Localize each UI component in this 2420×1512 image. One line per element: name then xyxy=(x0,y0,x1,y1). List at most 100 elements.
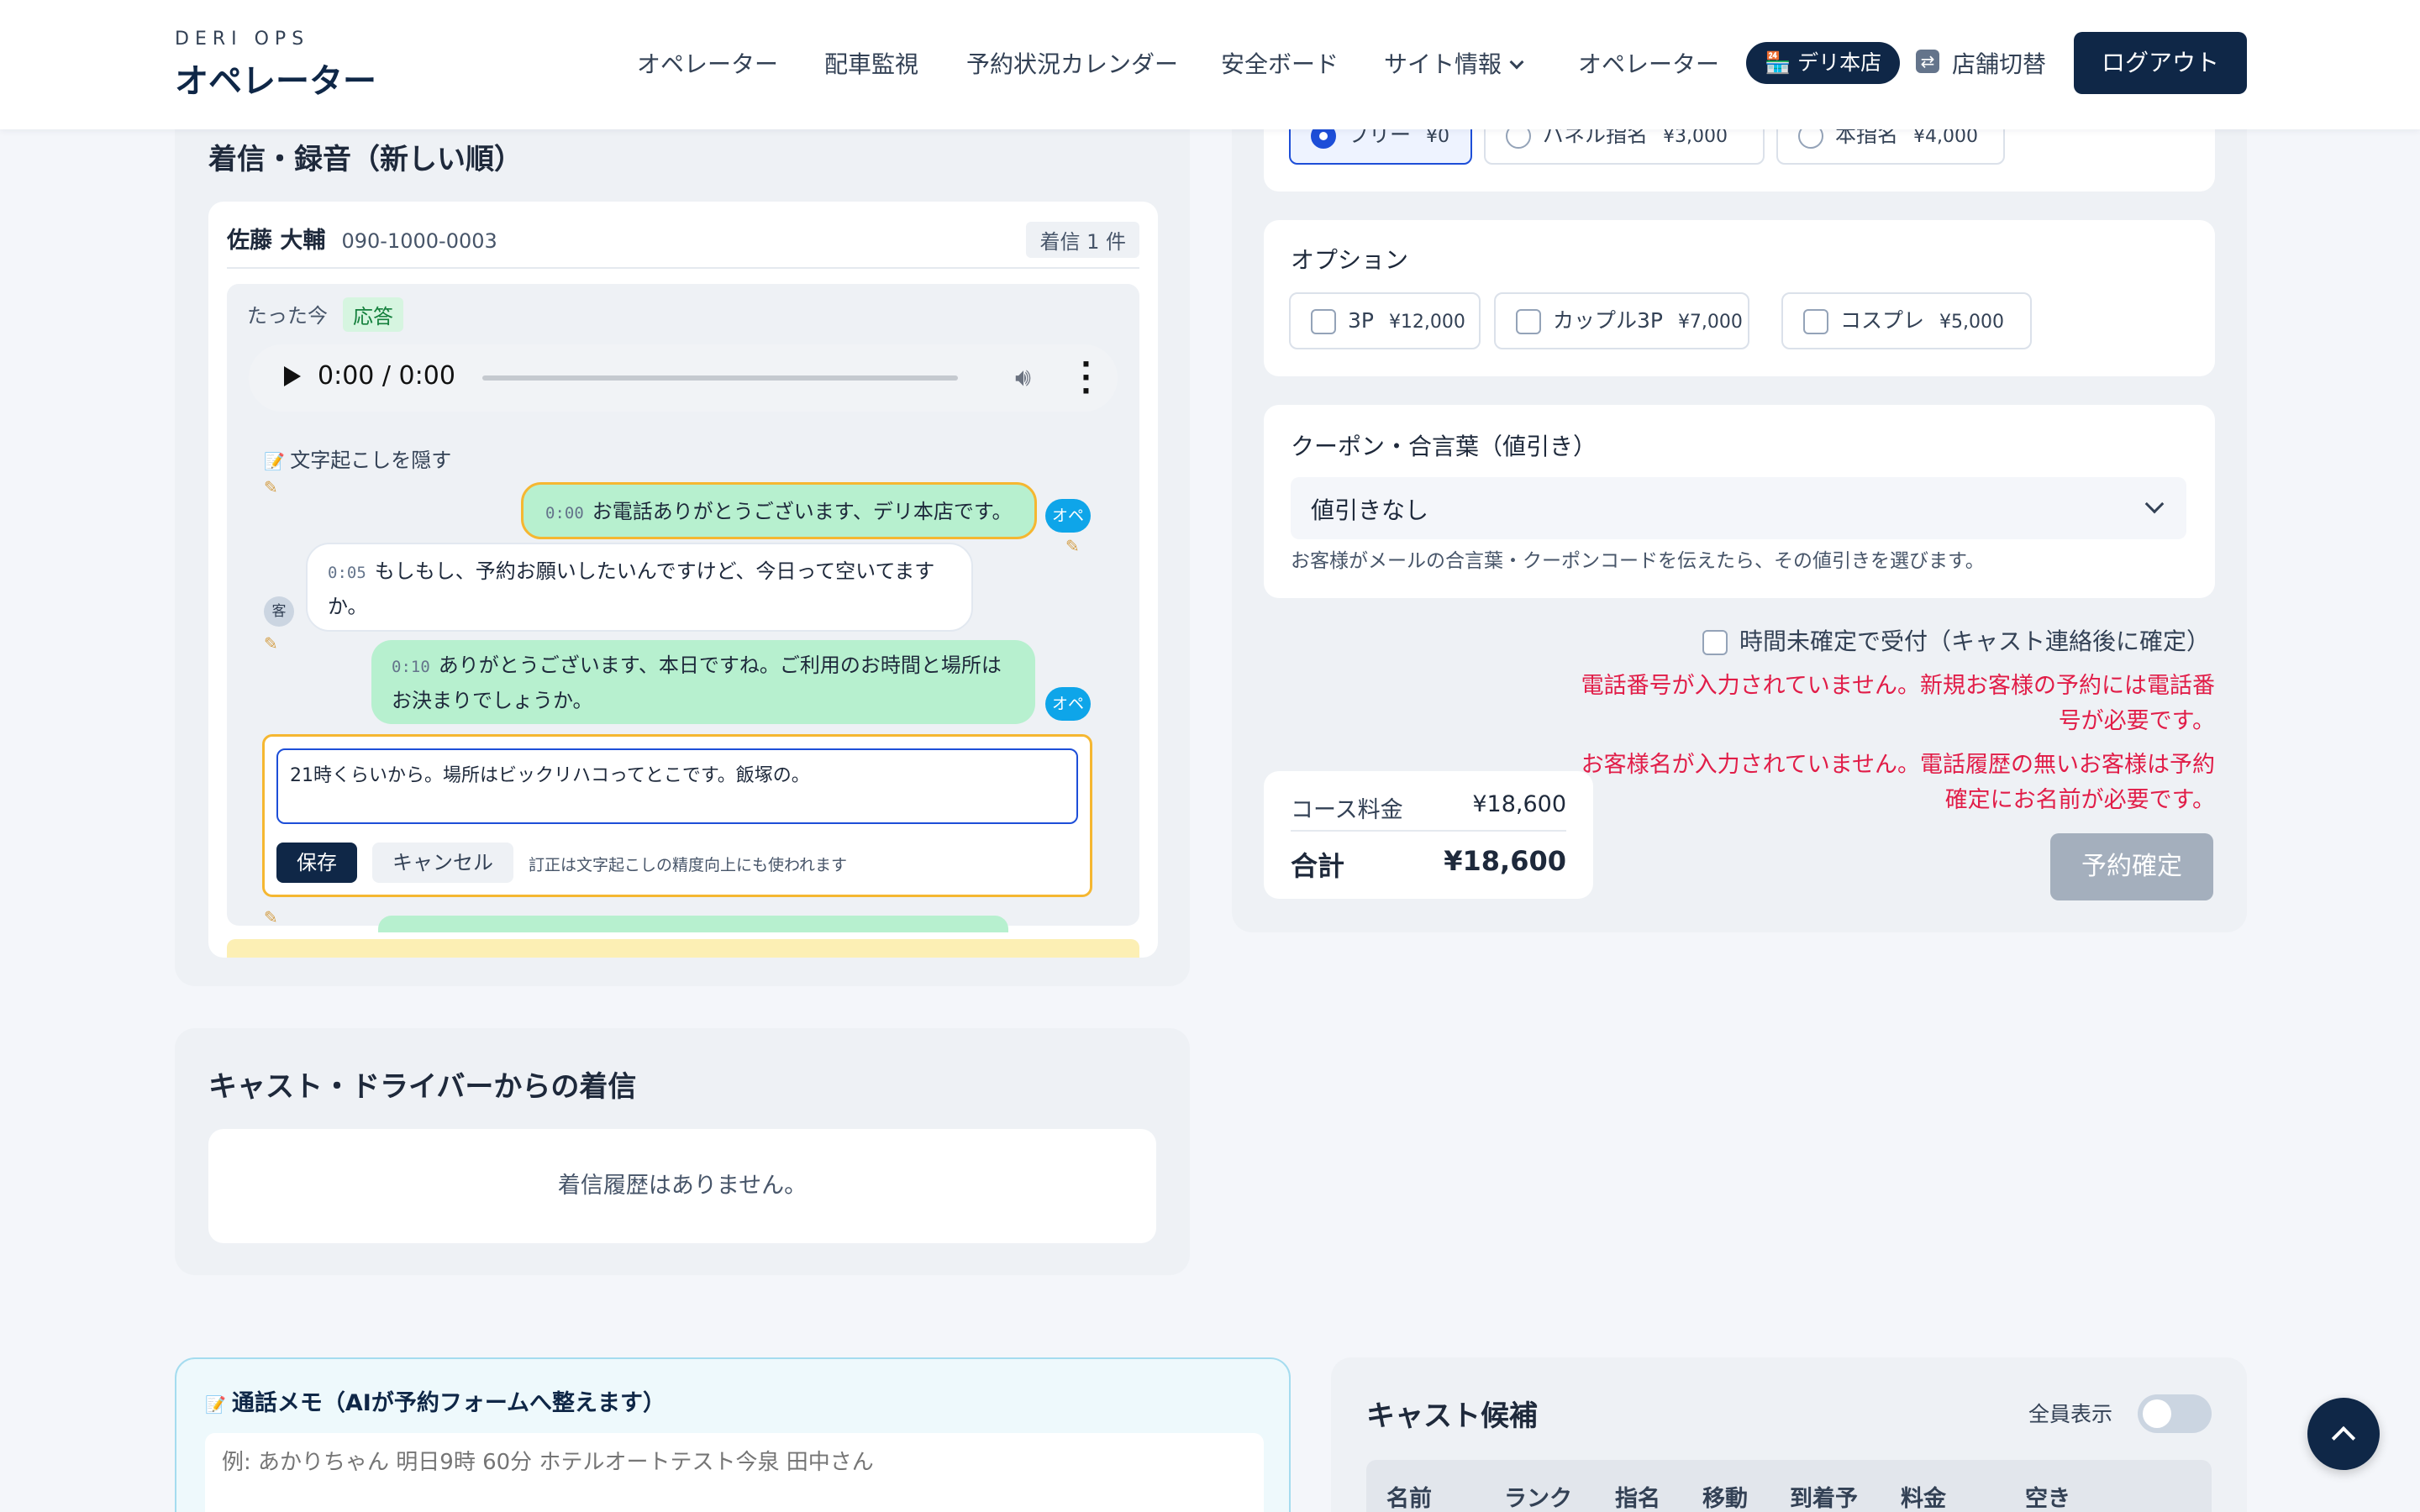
message-text: もしもし、予約お願いしたいんですけど、今日って空いてますか。 xyxy=(328,559,935,618)
transcript-edit-box: 21時くらいから。場所はビックリハコってとこです。飯塚の。 保存 キャンセル 訂… xyxy=(262,734,1092,897)
column-header-arrival[interactable]: 到着予 xyxy=(1790,1480,1858,1512)
option-cosplay[interactable]: コスプレ ¥5,000 xyxy=(1781,292,2032,349)
switch-store-link[interactable]: 店舗切替 xyxy=(1952,46,2046,80)
audio-time: 0:00 / 0:00 xyxy=(318,361,455,391)
checkbox-icon xyxy=(1702,630,1728,655)
memo-icon: 📝 xyxy=(264,451,291,471)
brand-title[interactable]: オペレーター xyxy=(175,54,376,102)
call-list-scroll[interactable]: 佐藤 大輔 090-1000-0003 着信 1 件 たった今 応答 0:00 … xyxy=(208,202,1158,958)
column-header-rank[interactable]: ランク xyxy=(1504,1480,1572,1512)
cast-candidates-title: キャスト候補 xyxy=(1366,1399,1538,1433)
edit-pencil-icon[interactable]: ✎ xyxy=(264,477,278,497)
toggle-knob xyxy=(2143,1399,2171,1428)
edit-pencil-icon[interactable]: ✎ xyxy=(264,633,278,654)
nav-operator-2[interactable]: オペレーター xyxy=(1578,46,1719,80)
transcript-message-customer[interactable]: 0:05 もしもし、予約お願いしたいんですけど、今日って空いてますか。 xyxy=(306,543,973,632)
transcript-message-operator[interactable]: 0:00 お電話ありがとうございます、デリ本店です。 xyxy=(521,482,1037,539)
option-price: ¥5,000 xyxy=(1939,312,2004,333)
column-header-nomination[interactable]: 指名 xyxy=(1615,1480,1660,1512)
total-label: 合計 xyxy=(1291,850,1345,882)
scroll-to-top-button[interactable] xyxy=(2307,1398,2380,1470)
toggle-transcript[interactable]: 📝 文字起こしを隠す xyxy=(264,444,451,473)
coupon-title: クーポン・合言葉（値引き） xyxy=(1291,433,1597,460)
cast-driver-calls-title: キャスト・ドライバーからの着信 xyxy=(208,1070,637,1104)
brand-subtitle: DERI OPS xyxy=(175,29,310,50)
nav-reservation-calendar[interactable]: 予約状況カレンダー xyxy=(966,46,1178,80)
unconfirmed-time-label: 時間未確定で受付（キャスト連絡後に確定） xyxy=(1739,627,2211,655)
call-entry: たった今 応答 0:00 / 0:00 🔊︎ · · · 📝 文字起こしを隠す ✎ … xyxy=(227,284,1139,932)
call-entry-footer xyxy=(227,939,1139,958)
transcript-edit-input[interactable]: 21時くらいから。場所はビックリハコってとこです。飯塚の。 xyxy=(276,748,1078,824)
call-memo-input[interactable] xyxy=(205,1433,1264,1512)
logout-button[interactable]: ログアウト xyxy=(2074,32,2247,94)
edit-pencil-icon[interactable]: ✎ xyxy=(264,907,278,927)
call-status-badge: 応答 xyxy=(343,297,403,332)
message-timestamp: 0:05 xyxy=(328,564,366,582)
column-header-availability[interactable]: 空き xyxy=(2025,1480,2070,1512)
chevron-down-icon xyxy=(1509,55,1524,70)
unconfirmed-time-checkbox[interactable]: 時間未確定で受付（キャスト連絡後に確定） xyxy=(1702,623,2210,657)
column-header-travel[interactable]: 移動 xyxy=(1702,1480,1748,1512)
cast-driver-calls-empty-card: 着信履歴はありません。 xyxy=(208,1129,1156,1243)
more-options-icon[interactable]: · · · xyxy=(1081,350,1092,406)
option-label: コスプレ xyxy=(1840,308,1925,333)
call-count-badge: 着信 1 件 xyxy=(1026,222,1139,258)
audio-player: 0:00 / 0:00 🔊︎ · · · xyxy=(249,344,1118,412)
cast-candidates-panel: キャスト候補 全員表示 名前 ランク 指名 移動 到着予 料金 空き xyxy=(1331,1357,2247,1512)
memo-icon: 📝 xyxy=(205,1394,232,1415)
error-phone-required: 電話番号が入力されていません。新規お客様の予約には電話番号が必要です。 xyxy=(1581,673,2215,734)
play-icon[interactable] xyxy=(284,366,301,386)
edit-hint: 訂正は文字起こしの精度向上にも使われます xyxy=(529,856,848,874)
save-button[interactable]: 保存 xyxy=(276,843,357,883)
cancel-button[interactable]: キャンセル xyxy=(372,843,513,883)
caller-name: 佐藤 大輔 xyxy=(227,228,326,254)
call-time-ago: たった今 xyxy=(247,304,328,328)
nav-safety-board[interactable]: 安全ボード xyxy=(1221,46,1339,80)
cast-driver-calls-panel: キャスト・ドライバーからの着信 着信履歴はありません。 xyxy=(175,1028,1190,1275)
top-navigation: DERI OPS オペレーター オペレーター 配車監視 予約状況カレンダー 安全… xyxy=(0,0,2420,129)
store-icon: 🏪 xyxy=(1765,50,1798,75)
totals-card: コース料金 ¥18,600 合計 ¥18,600 xyxy=(1264,771,1593,899)
empty-message: 着信履歴はありません。 xyxy=(557,1173,808,1199)
call-log-title: 着信・録音（新しい順） xyxy=(208,143,523,176)
course-fee-label: コース料金 xyxy=(1291,797,1403,823)
operator-tag: オペ xyxy=(1045,687,1091,721)
divider xyxy=(227,267,1139,269)
volume-icon[interactable]: 🔊︎ xyxy=(1015,363,1031,392)
course-fee-value: ¥18,600 xyxy=(1472,791,1566,817)
show-all-label: 全員表示 xyxy=(2028,1402,2113,1426)
option-label: カップル3P xyxy=(1553,308,1663,333)
error-name-required: お客様名が入力されていません。電話履歴の無いお客様は予約確定にお名前が必要です。 xyxy=(1581,752,2215,813)
cast-table-header: 名前 ランク 指名 移動 到着予 料金 空き xyxy=(1366,1460,2212,1512)
option-price: ¥12,000 xyxy=(1388,312,1465,333)
edit-pencil-icon[interactable]: ✎ xyxy=(1065,536,1080,556)
nav-dispatch-monitor[interactable]: 配車監視 xyxy=(824,46,918,80)
switch-store-icon[interactable]: ⇄ xyxy=(1916,50,1939,73)
call-memo-panel: 📝 通話メモ（AIが予約フォームへ整えます） xyxy=(175,1357,1291,1512)
column-header-fee[interactable]: 料金 xyxy=(1901,1480,1946,1512)
nav-site-info[interactable]: サイト情報 xyxy=(1384,46,1524,80)
transcript-message-operator[interactable]: 0:10 ありがとうございます、本日ですね。ご利用のお時間と場所はお決まりでしょう… xyxy=(371,640,1035,724)
store-badge: 🏪 デリ本店 xyxy=(1746,42,1901,84)
call-log-panel: 着信・録音（新しい順） 佐藤 大輔 090-1000-0003 着信 1 件 た… xyxy=(175,84,1190,986)
nav-operator[interactable]: オペレーター xyxy=(637,46,778,80)
audio-progress-bar[interactable] xyxy=(482,375,958,381)
caller-phone: 090-1000-0003 xyxy=(341,229,497,253)
coupon-select[interactable]: 値引きなし xyxy=(1291,477,2186,539)
divider xyxy=(1291,830,1566,832)
coupon-selected-value: 値引きなし xyxy=(1311,496,1429,524)
show-all-toggle[interactable] xyxy=(2138,1394,2212,1433)
nav-site-info-label: サイト情報 xyxy=(1384,50,1502,78)
operator-tag: オペ xyxy=(1045,499,1091,533)
checkbox-icon xyxy=(1516,309,1541,334)
message-timestamp: 0:00 xyxy=(545,504,584,522)
checkbox-icon xyxy=(1311,309,1336,334)
call-memo-title-label: 通話メモ（AIが予約フォームへ整えます） xyxy=(231,1390,666,1416)
option-couple-3p[interactable]: カップル3P ¥7,000 xyxy=(1494,292,1749,349)
call-memo-title: 📝 通話メモ（AIが予約フォームへ整えます） xyxy=(205,1384,666,1417)
confirm-reservation-button[interactable]: 予約確定 xyxy=(2050,833,2213,900)
message-text: ありがとうございます、本日ですね。ご利用のお時間と場所はお決まりでしょうか。 xyxy=(392,654,1002,712)
store-badge-label: デリ本店 xyxy=(1797,50,1882,75)
column-header-name[interactable]: 名前 xyxy=(1386,1480,1432,1512)
option-3p[interactable]: 3P ¥12,000 xyxy=(1289,292,1481,349)
